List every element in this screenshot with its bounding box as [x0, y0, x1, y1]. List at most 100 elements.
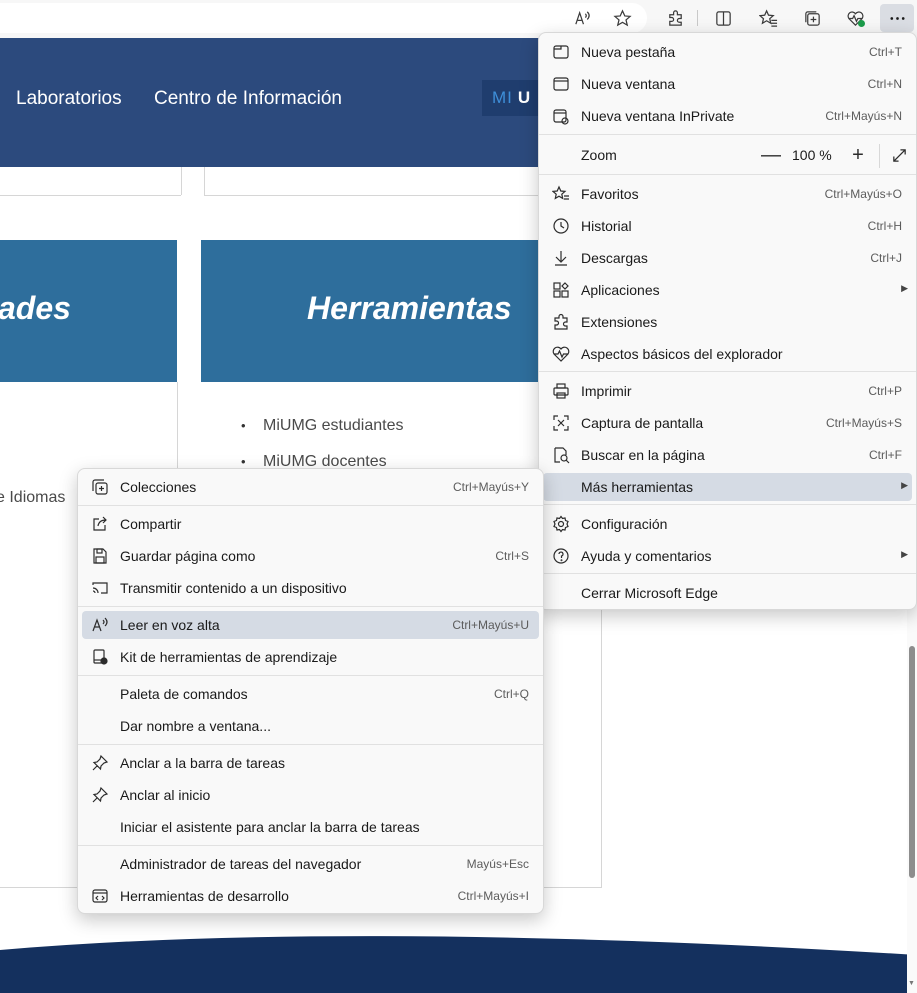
card-right-header: Herramientas [201, 240, 538, 382]
menu-item-close-edge[interactable]: Cerrar Microsoft Edge [543, 579, 912, 607]
submenu-item-pin-start[interactable]: Anclar al inicio [82, 781, 539, 809]
submenu-item-name-window[interactable]: Dar nombre a ventana... [82, 712, 539, 740]
favorites-icon[interactable] [753, 4, 783, 32]
extensions-icon[interactable] [660, 4, 690, 32]
site-logo[interactable]: MI U [482, 80, 542, 116]
submenu-item-cast[interactable]: Transmitir contenido a un dispositivo [82, 574, 539, 602]
submenu-item-task-manager[interactable]: Administrador de tareas del navegador May… [82, 850, 539, 878]
submenu-item-pin-wizard[interactable]: Iniciar el asistente para anclar la barr… [82, 813, 539, 841]
submenu-item-collections[interactable]: Colecciones Ctrl+Mayús+Y [82, 473, 539, 501]
submenu-item-command-palette[interactable]: Paleta de comandos Ctrl+Q [82, 680, 539, 708]
card-border [181, 167, 182, 195]
menu-divider [539, 134, 916, 135]
card-border [204, 167, 205, 195]
screenshot-icon [552, 414, 570, 432]
fullscreen-icon[interactable] [885, 142, 913, 168]
card-border [204, 195, 538, 196]
share-icon [91, 515, 109, 533]
zoom-value: 100 % [792, 147, 832, 163]
submenu-item-pin-taskbar[interactable]: Anclar a la barra de tareas [82, 749, 539, 777]
pin-icon [91, 786, 109, 804]
read-aloud-icon [91, 616, 109, 634]
card-left-header: ades [0, 240, 177, 382]
menu-item-screenshot[interactable]: Captura de pantalla Ctrl+Mayús+S [543, 409, 912, 437]
menu-divider [78, 606, 543, 607]
text-fragment: e Idiomas [0, 489, 66, 506]
find-icon [552, 446, 570, 464]
logo-prefix: MI [492, 88, 513, 107]
zoom-in-button[interactable]: + [844, 142, 872, 168]
zoom-label: Zoom [581, 147, 617, 163]
help-icon [552, 547, 570, 565]
zoom-out-button[interactable]: — [757, 142, 785, 168]
nav-link-centro-informacion[interactable]: Centro de Información [154, 88, 342, 110]
status-dot [858, 20, 865, 27]
menu-item-apps[interactable]: Aplicaciones ▶ [543, 276, 912, 304]
more-menu-icon[interactable] [880, 4, 914, 32]
menu-divider [539, 174, 916, 175]
submenu-item-share[interactable]: Compartir [82, 510, 539, 538]
download-icon [552, 249, 570, 267]
pin-icon [91, 754, 109, 772]
menu-item-more-tools[interactable]: Más herramientas ▶ [543, 473, 912, 501]
menu-item-help[interactable]: Ayuda y comentarios ▶ [543, 542, 912, 570]
cast-icon [91, 579, 109, 597]
split-screen-icon[interactable] [708, 4, 738, 32]
nav-link-laboratorios[interactable]: Laboratorios [16, 88, 122, 110]
submenu-item-learning-toolkit[interactable]: Kit de herramientas de aprendizaje [82, 643, 539, 671]
submenu-item-read-aloud[interactable]: Leer en voz alta Ctrl+Mayús+U [82, 611, 539, 639]
browser-essentials-icon [552, 345, 570, 363]
save-page-icon [91, 547, 109, 565]
submenu-arrow-icon: ▶ [901, 283, 908, 293]
menu-divider [78, 675, 543, 676]
scroll-down-arrow[interactable]: ▼ [908, 980, 915, 987]
submenu-item-dev-tools[interactable]: Herramientas de desarrollo Ctrl+Mayús+I [82, 882, 539, 910]
dev-tools-icon [91, 887, 109, 905]
apps-icon [552, 281, 570, 299]
card-border [601, 610, 602, 888]
address-bar[interactable] [0, 3, 647, 33]
menu-item-browser-essentials[interactable]: Aspectos básicos del explorador [543, 340, 912, 368]
menu-item-history[interactable]: Historial Ctrl+H [543, 212, 912, 240]
menu-item-settings[interactable]: Configuración [543, 510, 912, 538]
favorite-star-icon[interactable] [607, 4, 637, 32]
browser-essentials-icon[interactable] [840, 4, 870, 32]
menu-item-extensions[interactable]: Extensiones [543, 308, 912, 336]
card-border [0, 195, 181, 196]
submenu-arrow-icon: ▶ [901, 549, 908, 559]
submenu-arrow-icon: ▶ [901, 480, 908, 490]
toolbar-separator [697, 10, 698, 26]
new-window-icon [552, 75, 570, 93]
menu-item-inprivate[interactable]: Nueva ventana InPrivate Ctrl+Mayús+N [543, 102, 912, 130]
menu-item-new-window[interactable]: Nueva ventana Ctrl+N [543, 70, 912, 98]
extensions-icon [552, 313, 570, 331]
menu-item-downloads[interactable]: Descargas Ctrl+J [543, 244, 912, 272]
menu-item-print[interactable]: Imprimir Ctrl+P [543, 377, 912, 405]
menu-divider [78, 505, 543, 506]
menu-divider [78, 845, 543, 846]
logo-suffix: U [517, 88, 532, 107]
new-tab-icon [552, 43, 570, 61]
menu-item-find[interactable]: Buscar en la página Ctrl+F [543, 441, 912, 469]
more-tools-submenu: Colecciones Ctrl+Mayús+Y Compartir Guarda… [77, 468, 544, 914]
menu-divider [539, 573, 916, 574]
card-right-title: Herramientas [307, 290, 512, 326]
collections-icon[interactable] [797, 4, 827, 32]
menu-item-new-tab[interactable]: Nueva pestaña Ctrl+T [543, 38, 912, 66]
scrollbar-thumb[interactable] [909, 646, 915, 878]
submenu-item-save-page[interactable]: Guardar página como Ctrl+S [82, 542, 539, 570]
settings-menu: Nueva pestaña Ctrl+T Nueva ventana Ctrl+N … [538, 32, 917, 610]
menu-divider [78, 744, 543, 745]
favorites-icon [551, 185, 570, 203]
list-item[interactable]: MiUMG estudiantes [241, 417, 403, 435]
card-left-title: ades [0, 290, 71, 326]
history-icon [552, 217, 570, 235]
menu-item-favorites[interactable]: Favoritos Ctrl+Mayús+O [543, 180, 912, 208]
read-aloud-icon[interactable] [567, 4, 597, 32]
inprivate-icon [552, 107, 570, 125]
print-icon [552, 382, 570, 400]
zoom-divider [879, 144, 880, 168]
settings-icon [552, 515, 570, 533]
menu-divider [539, 371, 916, 372]
learning-toolkit-icon [91, 648, 109, 666]
